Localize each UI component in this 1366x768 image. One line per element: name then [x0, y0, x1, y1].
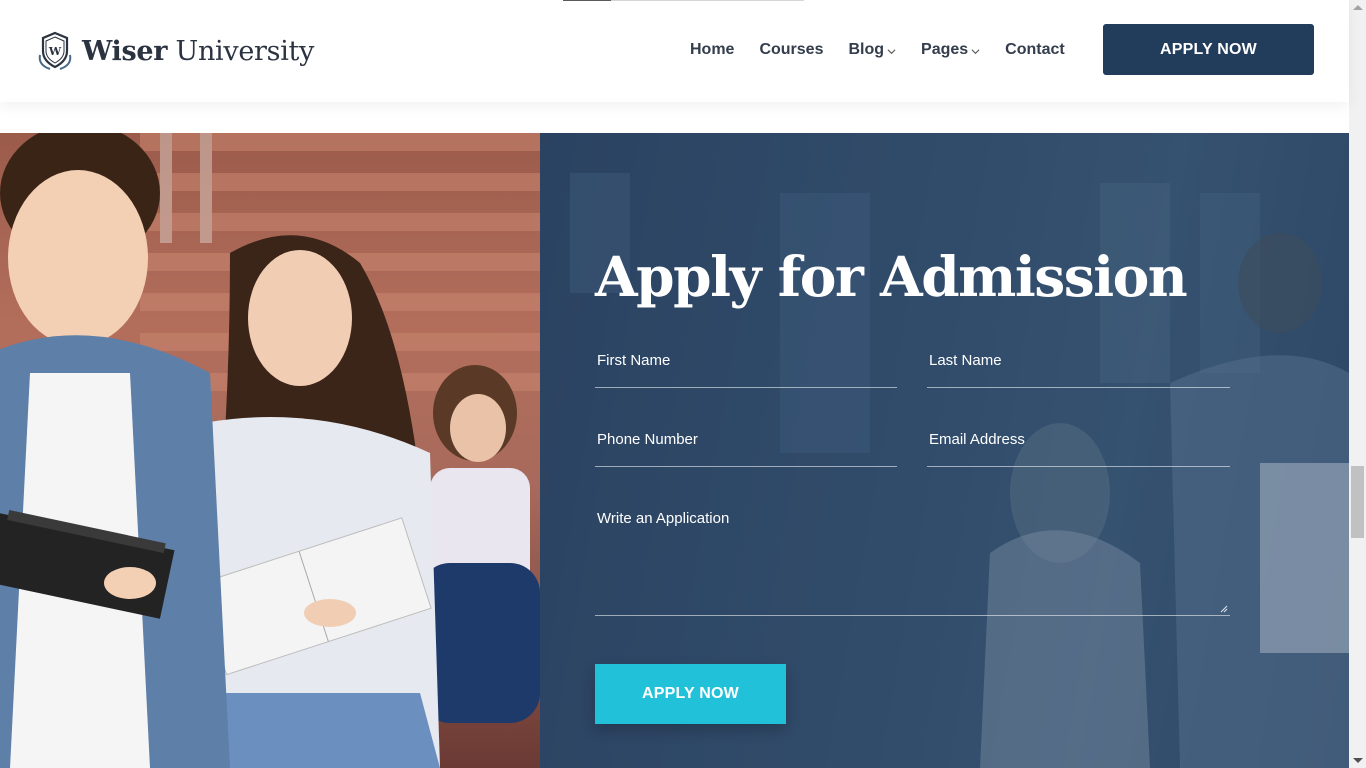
svg-text:W: W — [48, 45, 62, 58]
chevron-down-icon — [971, 48, 980, 54]
brand-name: Wiser University — [82, 36, 314, 67]
scroll-down-arrow-icon[interactable] — [1353, 758, 1363, 763]
last-name-input[interactable] — [929, 352, 1230, 369]
phone-number-input[interactable] — [597, 431, 897, 448]
form-title: Apply for Admission — [595, 244, 1188, 309]
submit-apply-now-button[interactable]: APPLY NOW — [595, 664, 786, 724]
application-textarea[interactable] — [597, 510, 1230, 610]
nav-item-home[interactable]: Home — [690, 39, 734, 61]
header-apply-now-button[interactable]: APPLY NOW — [1103, 24, 1314, 75]
first-name-input[interactable] — [597, 352, 897, 369]
students-photo — [0, 133, 540, 768]
email-address-field[interactable] — [927, 423, 1230, 467]
page-scrollbar[interactable] — [1349, 0, 1366, 768]
nav-item-blog[interactable]: Blog — [848, 39, 896, 61]
students-illustration — [0, 133, 540, 768]
scroll-up-arrow-icon[interactable] — [1353, 5, 1363, 10]
chevron-down-icon — [887, 48, 896, 54]
site-logo[interactable]: W Wiser University — [34, 31, 314, 71]
site-header: W Wiser University Home Courses Blog Pag… — [0, 0, 1349, 102]
admission-form-panel: Apply for Admission APPLY NOW — [540, 133, 1349, 768]
application-field[interactable] — [595, 502, 1230, 616]
scrollbar-thumb[interactable] — [1351, 466, 1364, 538]
brand-name-rest: University — [175, 35, 315, 67]
nav-item-label: Blog — [848, 41, 885, 58]
nav-item-contact[interactable]: Contact — [1005, 39, 1065, 61]
nav-item-courses[interactable]: Courses — [759, 39, 823, 61]
shield-laurel-icon: W — [38, 31, 72, 70]
nav-item-label: Pages — [921, 41, 969, 58]
nav-item-pages[interactable]: Pages — [921, 39, 980, 61]
brand-name-bold: Wiser — [82, 35, 168, 67]
first-name-field[interactable] — [595, 344, 897, 388]
top-progress-line — [563, 0, 804, 1]
main-nav: Home Courses Blog Pages Contact — [690, 39, 1090, 61]
top-progress-active — [563, 0, 611, 1]
phone-number-field[interactable] — [595, 423, 897, 467]
email-address-input[interactable] — [929, 431, 1230, 448]
resize-grip-icon[interactable] — [1220, 605, 1228, 613]
nav-item-label: Courses — [759, 41, 824, 58]
nav-item-label: Contact — [1005, 41, 1065, 58]
last-name-field[interactable] — [927, 344, 1230, 388]
nav-item-label: Home — [690, 41, 735, 58]
